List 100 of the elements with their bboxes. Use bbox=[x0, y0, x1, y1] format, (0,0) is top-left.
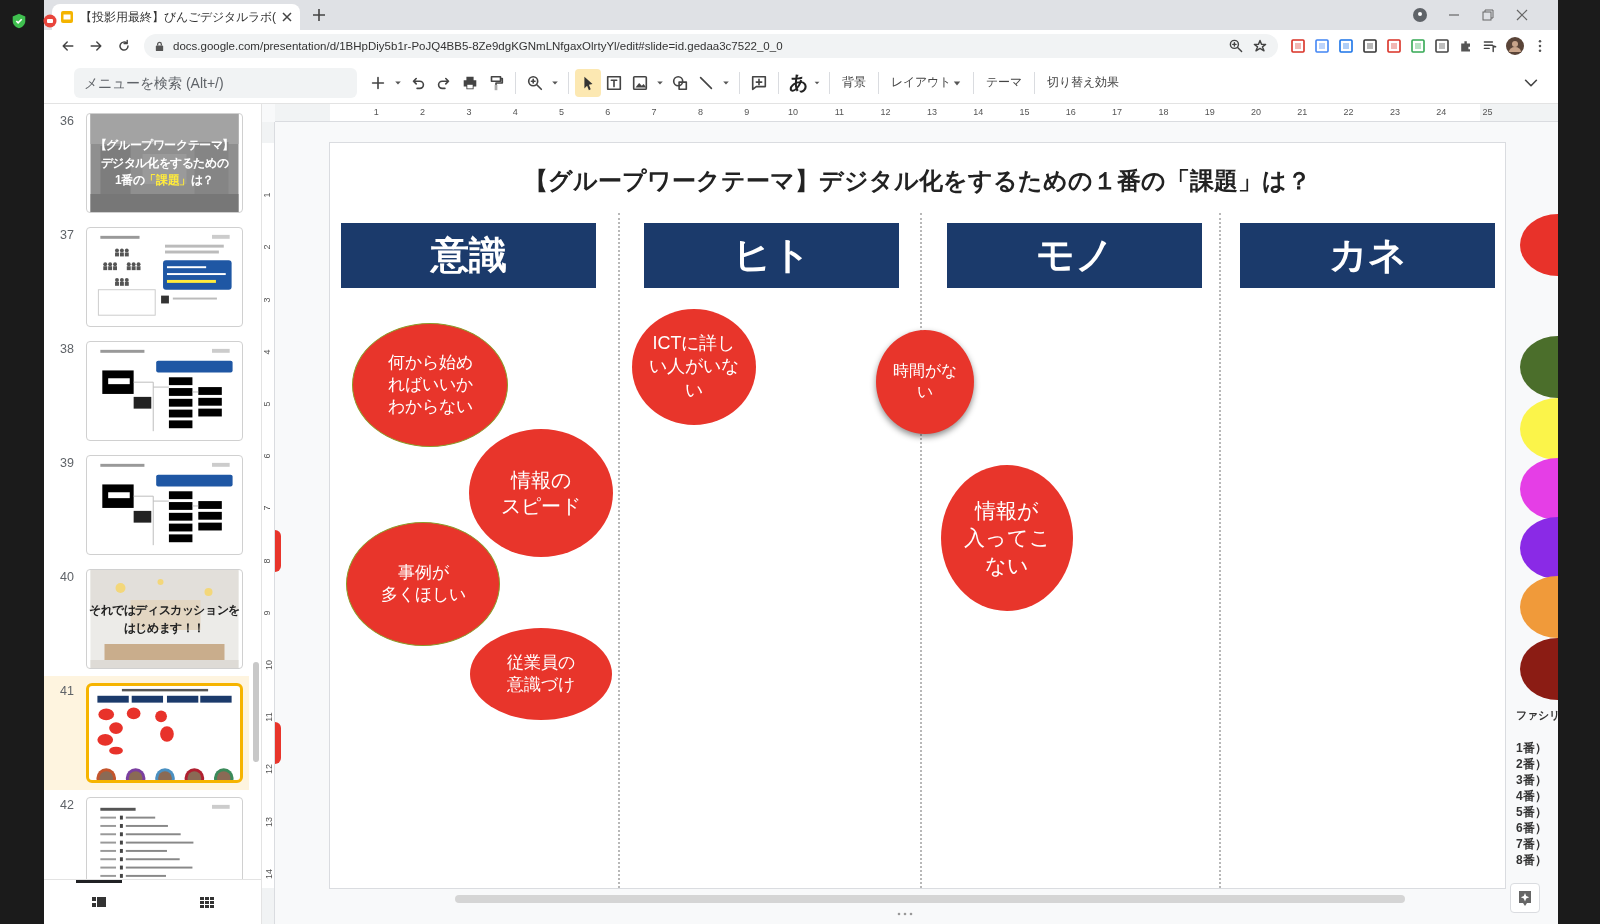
ruler-number: 4 bbox=[261, 349, 272, 355]
ruler-number: 6 bbox=[261, 453, 272, 459]
note-text: い bbox=[917, 382, 933, 402]
note-text: い bbox=[685, 378, 703, 402]
column-header: ヒト bbox=[644, 223, 899, 288]
note-text: わからない bbox=[387, 396, 473, 419]
list-item: 5番） bbox=[1516, 804, 1547, 821]
scrollbar-thumb[interactable] bbox=[455, 895, 1405, 903]
input-tool-button[interactable]: あ bbox=[785, 68, 811, 97]
toolbar-button[interactable]: レイアウト bbox=[885, 68, 967, 97]
note-text: 情報の bbox=[511, 468, 571, 493]
ruler-number: 24 bbox=[1436, 107, 1447, 117]
ruler-number: 14 bbox=[973, 107, 984, 117]
thumbnail-text: 【グループワークテーマ】 bbox=[94, 138, 235, 153]
ruler-number: 13 bbox=[926, 107, 937, 117]
sticky-circle[interactable]: 事例が 多くほしい bbox=[346, 522, 500, 646]
sticky-circle[interactable]: 時間がな い bbox=[876, 330, 974, 434]
zoom-icon[interactable] bbox=[1228, 38, 1244, 54]
maximize-icon[interactable] bbox=[1480, 7, 1496, 23]
ruler-number: 14 bbox=[264, 868, 274, 879]
toolbar-button[interactable]: 背景 bbox=[836, 68, 872, 97]
ruler-number: 8 bbox=[261, 558, 272, 564]
ruler-number: 15 bbox=[1019, 107, 1030, 117]
column-header: モノ bbox=[947, 223, 1202, 288]
list-item: 1番） bbox=[1516, 740, 1547, 757]
ruler-number: 6 bbox=[605, 107, 611, 117]
slide-number: 40 bbox=[59, 569, 75, 586]
select-tool[interactable] bbox=[575, 68, 601, 97]
sticky-circle[interactable]: 情報の スピード bbox=[469, 429, 613, 557]
sticky-circle[interactable]: 従業員の 意識づけ bbox=[470, 628, 612, 720]
ruler-number: 11 bbox=[834, 107, 844, 117]
ruler-number: 4 bbox=[512, 107, 518, 117]
note-text: 意識づけ bbox=[507, 674, 575, 696]
close-icon[interactable] bbox=[282, 12, 292, 22]
playlist-icon[interactable] bbox=[1482, 38, 1498, 54]
list-item: 3番） bbox=[1516, 772, 1547, 789]
search-field[interactable]: メニューを検索 (Alt+/) bbox=[74, 67, 357, 98]
ruler-number: 5 bbox=[559, 107, 564, 117]
location-icon[interactable] bbox=[1412, 7, 1428, 23]
extension-icon[interactable] bbox=[1434, 38, 1450, 54]
textbox-icon bbox=[605, 73, 623, 92]
ruler-number: 7 bbox=[261, 505, 272, 511]
lock-icon bbox=[154, 40, 165, 52]
ruler-number: 10 bbox=[788, 107, 798, 117]
sticky-circle[interactable]: 何から始め ればいいか わからない bbox=[352, 323, 508, 447]
ruler-number: 2 bbox=[420, 107, 426, 117]
note-text: ればいいか bbox=[387, 373, 473, 396]
ruler-number: 2 bbox=[261, 244, 272, 250]
scrollbar-thumb[interactable] bbox=[253, 662, 259, 762]
browser-tab[interactable]: 【投影用最終】びんごデジタルラボ( bbox=[52, 4, 300, 30]
grip-icon[interactable] bbox=[897, 912, 913, 916]
toolbar-button[interactable]: 切り替え効果 bbox=[1041, 68, 1125, 97]
slide-thumbnail[interactable]: 【グループワークテーマ】 デジタル化をするための 1番の「課題」は？ bbox=[86, 113, 243, 213]
explore-button[interactable] bbox=[1510, 883, 1540, 913]
slide-thumbnail[interactable]: それではディスカッションを はじめます！！ bbox=[86, 569, 243, 669]
ruler-number: 3 bbox=[466, 107, 472, 117]
extension-icon[interactable] bbox=[1362, 38, 1378, 54]
image-icon bbox=[631, 73, 649, 92]
avatar-icon[interactable] bbox=[1506, 37, 1524, 55]
note-text: 事例が bbox=[397, 561, 449, 584]
note-text: 時間がな bbox=[893, 361, 957, 382]
sparkle-icon bbox=[1516, 889, 1534, 907]
ruler-number: 10 bbox=[264, 660, 274, 670]
note-text: 多くほしい bbox=[380, 584, 466, 606]
note-text: 入ってこ bbox=[963, 525, 1051, 552]
back-icon[interactable] bbox=[60, 38, 76, 54]
comment-icon[interactable] bbox=[750, 73, 768, 92]
ruler-number: 9 bbox=[744, 107, 750, 117]
thumbnail-text: はじめます！！ bbox=[123, 620, 206, 635]
forward-icon[interactable] bbox=[88, 38, 104, 54]
list-item: 7番） bbox=[1516, 836, 1547, 853]
thumbnail-text: デジタル化をするための bbox=[100, 155, 229, 171]
close-icon[interactable] bbox=[1514, 7, 1530, 23]
new-tab-icon[interactable] bbox=[312, 8, 326, 22]
note-text: 何から始め bbox=[387, 351, 473, 374]
thumbnail-text: それではディスカッションを bbox=[89, 603, 240, 618]
zoom-icon[interactable] bbox=[526, 73, 544, 92]
ruler-number: 22 bbox=[1343, 107, 1354, 117]
sticky-circle[interactable]: 情報が 入ってこ ない bbox=[941, 465, 1073, 611]
sticky-circle[interactable]: ICTに詳し い人がいな い bbox=[632, 309, 756, 425]
slide-number: 39 bbox=[59, 455, 75, 472]
ruler-number: 17 bbox=[1112, 107, 1123, 117]
extension-icon[interactable] bbox=[1386, 38, 1402, 54]
column-header: 意識 bbox=[341, 223, 596, 288]
slide-title: 【グループワークテーマ】デジタル化をするための１番の「課題」は？ bbox=[523, 166, 1312, 196]
extension-icon[interactable] bbox=[1338, 38, 1354, 54]
ruler-number: 16 bbox=[1065, 107, 1076, 117]
list-item: 2番） bbox=[1516, 756, 1547, 773]
ruler-number: 5 bbox=[261, 401, 272, 407]
note-text: 情報が bbox=[975, 498, 1039, 525]
extension-icon[interactable] bbox=[1290, 38, 1306, 54]
address-bar[interactable]: docs.google.com/presentation/d/1BHpDiy5b1r-PoJQ4BB5-8Ze9dgKGNmLNfgaxOlrtyYl/edit#slide=id.gedaa3c7522_0_0 bbox=[144, 34, 1278, 58]
list-item: 8番） bbox=[1516, 852, 1547, 869]
caret-icon bbox=[953, 78, 961, 87]
list-item: 4番） bbox=[1516, 788, 1547, 805]
ruler-number: 1 bbox=[261, 192, 272, 198]
toolbar-button[interactable]: テーマ bbox=[980, 68, 1028, 97]
shield-icon[interactable] bbox=[10, 12, 28, 30]
star-icon[interactable] bbox=[1252, 38, 1268, 54]
reload-icon[interactable] bbox=[116, 38, 132, 54]
